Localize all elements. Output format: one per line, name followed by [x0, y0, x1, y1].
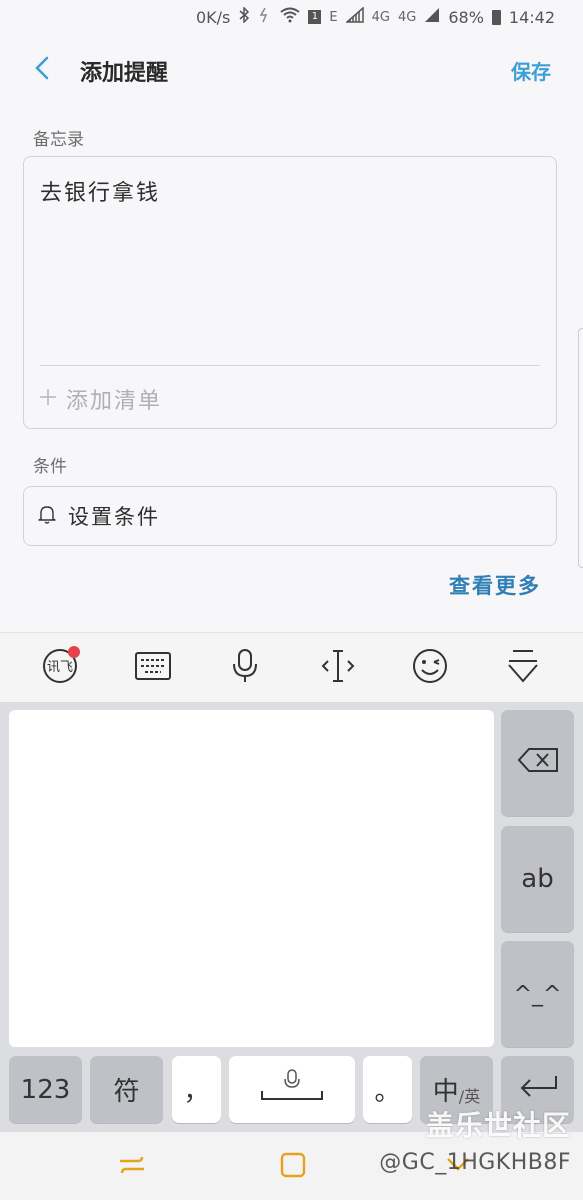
app-header: 添加提醒 保存 — [0, 44, 583, 96]
space-mic-icon — [260, 1069, 324, 1110]
set-condition-label: 设置条件 — [68, 505, 160, 529]
watermark-community: 盖乐世社区 — [425, 1109, 571, 1142]
memo-text-input[interactable]: 去银行拿钱 — [40, 175, 160, 207]
svg-text:讯飞: 讯飞 — [47, 660, 73, 675]
memo-section-label: 备忘录 — [33, 130, 84, 150]
scroll-indicator — [578, 328, 583, 568]
emoji-icon — [412, 648, 448, 688]
battery-percent: 68% — [448, 7, 484, 27]
cursor-move-icon — [320, 648, 356, 688]
network-type-e: E — [329, 9, 338, 25]
network-type-4g: 4G — [371, 9, 390, 25]
home-button[interactable] — [273, 1150, 313, 1184]
period-key[interactable]: 。 — [363, 1056, 412, 1123]
sim-badge: 1 — [308, 10, 322, 24]
cursor-move-button[interactable] — [310, 640, 366, 696]
handwriting-pad[interactable] — [9, 710, 494, 1047]
comma-key[interactable]: ， — [172, 1056, 221, 1123]
keyboard-body: ab ^_^ 123 符 ， 。 中/英 — [0, 702, 583, 1132]
add-list-button[interactable]: 添加清单 — [38, 383, 162, 415]
keyboard-layout-button[interactable] — [125, 640, 181, 696]
recent-apps-icon — [118, 1155, 146, 1179]
collapse-keyboard-icon — [507, 649, 539, 687]
space-key[interactable] — [229, 1056, 355, 1123]
microphone-icon — [232, 648, 258, 688]
backspace-icon — [517, 747, 559, 780]
lang-main-label: 中 — [432, 1077, 459, 1107]
view-more-link[interactable]: 查看更多 — [449, 570, 541, 600]
battery-icon — [491, 9, 501, 25]
numbers-key[interactable]: 123 — [9, 1056, 82, 1123]
home-icon — [280, 1152, 306, 1182]
clock: 14:42 — [508, 7, 555, 27]
keyboard-toolbar: 讯飞 — [0, 632, 583, 702]
xunfei-logo-button[interactable]: 讯飞 — [32, 640, 88, 696]
set-condition-button[interactable]: 设置条件 — [23, 486, 557, 546]
condition-section-label: 条件 — [33, 457, 67, 477]
network-speed: 0K/s — [195, 7, 231, 27]
plus-icon — [38, 385, 58, 413]
save-button[interactable]: 保存 — [511, 56, 551, 85]
notification-dot — [68, 645, 81, 658]
status-bar: 0K/s 1 E 4G 4G 68% 14:42 — [0, 0, 583, 34]
bluetooth-icon — [238, 6, 250, 27]
page-title: 添加提醒 — [80, 61, 169, 86]
emoji-button[interactable] — [402, 640, 458, 696]
signal-2-icon — [424, 7, 440, 27]
enter-icon — [518, 1074, 558, 1105]
back-button[interactable] — [22, 50, 62, 90]
memo-divider — [40, 365, 540, 366]
ab-key[interactable]: ab — [501, 826, 574, 932]
wifi-icon — [280, 7, 301, 27]
memo-box[interactable]: 去银行拿钱 添加清单 — [23, 156, 557, 429]
symbols-key[interactable]: 符 — [90, 1056, 163, 1123]
nfc-icon — [258, 7, 272, 27]
add-list-label: 添加清单 — [66, 389, 163, 414]
signal-icon — [344, 6, 364, 27]
hide-keyboard-button[interactable] — [495, 640, 551, 696]
watermark-user-id: @GC_1HGKHB8F — [379, 1150, 571, 1175]
kaomoji-key[interactable]: ^_^ — [501, 941, 574, 1047]
keyboard-icon — [134, 651, 171, 684]
network-type-4g-2g: 4G — [397, 9, 417, 25]
backspace-key[interactable] — [501, 710, 574, 816]
recent-apps-button[interactable] — [112, 1150, 152, 1184]
lang-alt-label: /英 — [458, 1086, 481, 1106]
chevron-left-icon — [35, 56, 49, 84]
bell-icon — [38, 504, 56, 528]
voice-input-button[interactable] — [217, 640, 273, 696]
